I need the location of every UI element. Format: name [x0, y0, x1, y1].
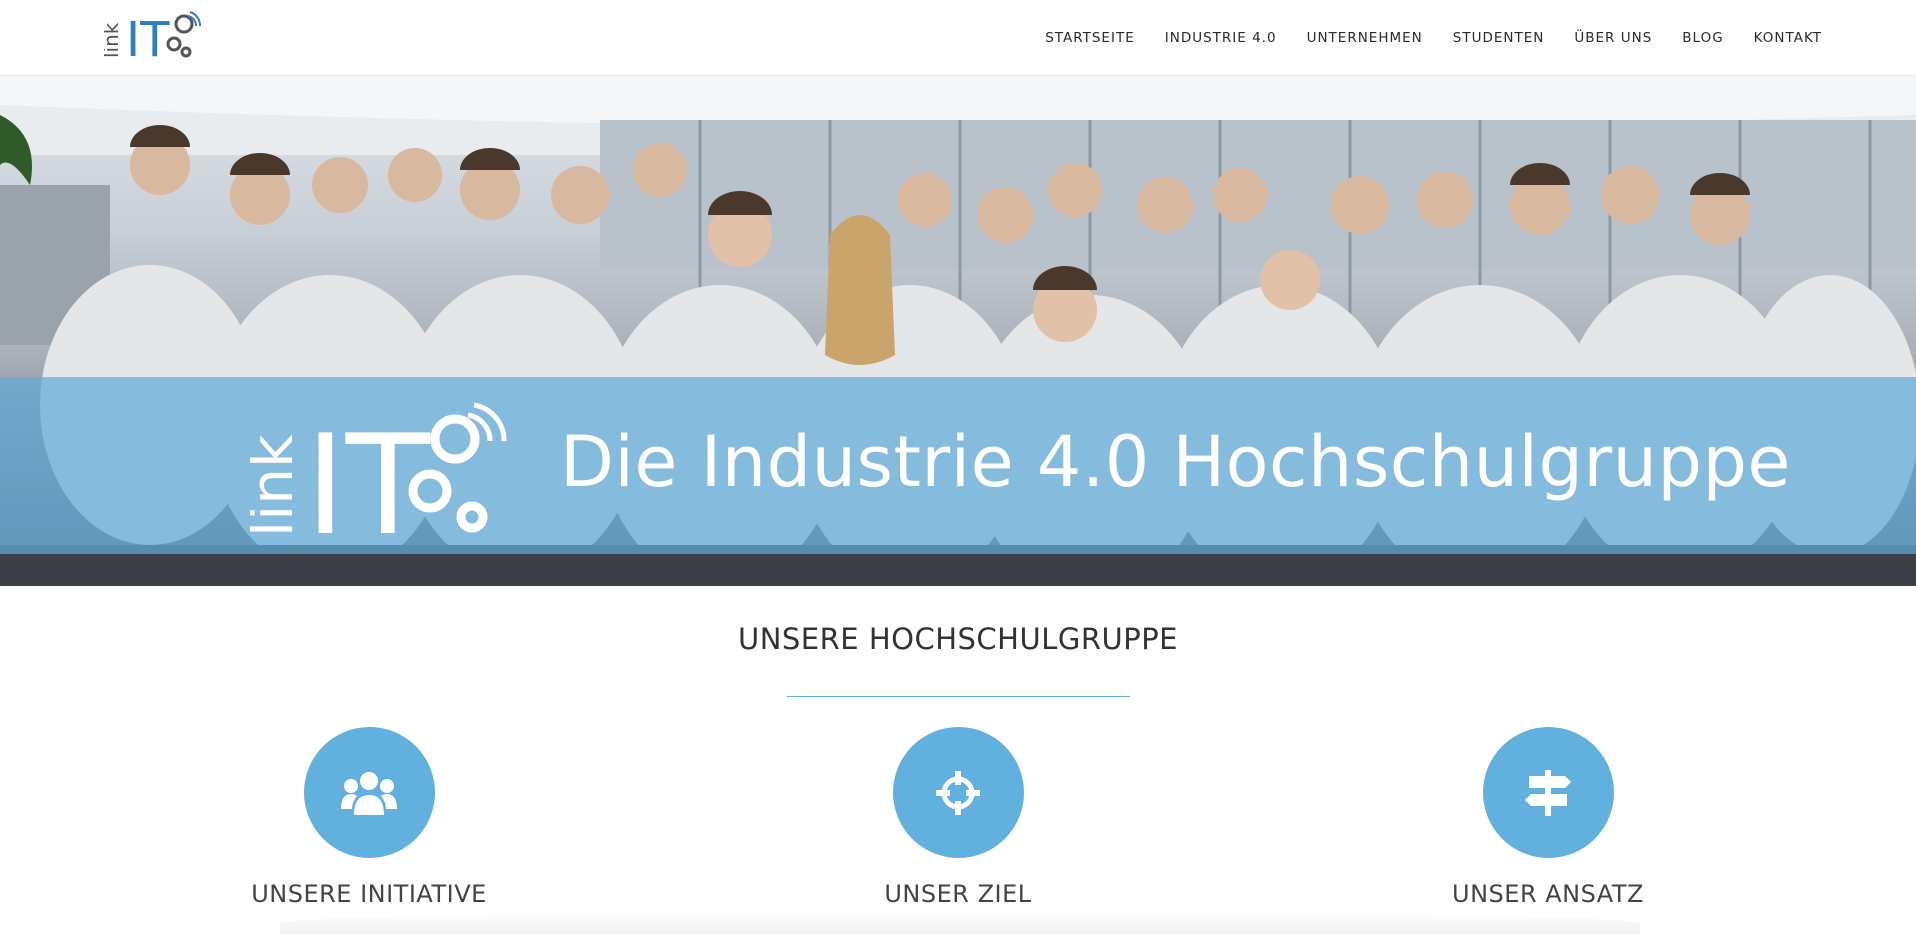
feature-ansatz-circle[interactable] [1482, 727, 1614, 858]
content-card-edge [280, 912, 1640, 934]
feature-initiative: UNSERE INITIATIVE [209, 727, 529, 908]
nav-startseite[interactable]: STARTSEITE [1045, 30, 1135, 46]
svg-text:IT: IT [305, 405, 431, 539]
section-divider [787, 696, 1130, 697]
hero-band: link IT Die Industrie 4.0 Hochschulgrupp… [0, 377, 1916, 554]
feature-ziel: UNSER ZIEL [798, 727, 1118, 908]
linkit-logo[interactable]: link IT [104, 8, 204, 62]
feature-ziel-label: UNSER ZIEL [884, 880, 1032, 908]
main-nav: STARTSEITE INDUSTRIE 4.0 UNTERNEHMEN STU… [1015, 0, 1822, 75]
svg-text:IT: IT [126, 12, 170, 62]
feature-initiative-circle[interactable] [303, 727, 435, 858]
nav-kontakt[interactable]: KONTAKT [1754, 30, 1822, 46]
feature-initiative-label: UNSERE INITIATIVE [251, 880, 487, 908]
site-header: link IT STARTSEITE INDUSTRIE 4.0 UNTERNE… [0, 0, 1916, 76]
feature-ziel-circle[interactable] [892, 727, 1024, 858]
svg-text:link: link [250, 434, 306, 537]
section-title: UNSERE HOCHSCHULGRUPPE [737, 622, 1179, 656]
linkit-logo-large: link IT [250, 402, 507, 539]
nav-blog[interactable]: BLOG [1682, 30, 1723, 46]
nav-industrie-4-0[interactable]: INDUSTRIE 4.0 [1165, 30, 1277, 46]
hero-title: Die Industrie 4.0 Hochschulgruppe [560, 421, 1791, 503]
nav-ueber-uns[interactable]: ÜBER UNS [1574, 30, 1652, 46]
svg-text:link: link [104, 22, 123, 58]
feature-ansatz: UNSER ANSATZ [1388, 727, 1708, 908]
nav-studenten[interactable]: STUDENTEN [1453, 30, 1545, 46]
users-icon [341, 771, 397, 815]
feature-ansatz-label: UNSER ANSATZ [1452, 880, 1644, 908]
crosshairs-icon [936, 770, 980, 815]
nav-unternehmen[interactable]: UNTERNEHMEN [1307, 30, 1423, 46]
hero-banner: link IT Die Industrie 4.0 Hochschulgrupp… [0, 75, 1916, 586]
signpost-icon [1525, 769, 1571, 816]
